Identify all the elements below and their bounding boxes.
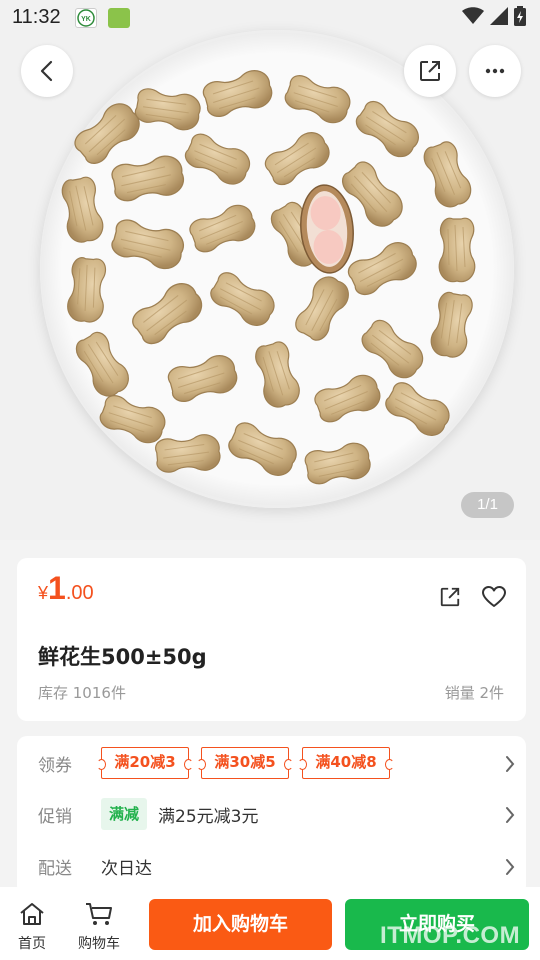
svg-text:YK: YK <box>81 16 91 23</box>
heart-icon <box>482 586 506 607</box>
chevron-left-icon <box>40 60 53 82</box>
gallery-page-indicator: 1/1 <box>461 492 514 518</box>
status-bar: 11:32 YK <box>0 0 540 36</box>
product-title: 鲜花生500±50g <box>38 645 207 669</box>
price-integer: 1 <box>48 570 66 606</box>
status-time: 11:32 <box>12 6 61 28</box>
battery-charging-icon <box>514 6 526 26</box>
share-product-button[interactable] <box>436 583 464 611</box>
peanuts-image <box>58 66 476 488</box>
price-currency: ¥ <box>38 583 49 603</box>
status-icons <box>462 6 526 26</box>
price-decimal: .00 <box>65 582 94 604</box>
share-icon <box>420 61 440 81</box>
cart-icon <box>86 903 112 925</box>
coupon-row[interactable]: 领券 满20减3 满30减5 满40减8 <box>17 740 526 786</box>
wifi-icon <box>462 7 484 24</box>
promo-card: 领券 满20减3 满30减5 满40减8 促销 满减 满25元减3元 配送 次日… <box>17 736 526 896</box>
yk-app-badge-icon: YK <box>75 8 97 28</box>
cart-tab-label: 购物车 <box>78 936 120 952</box>
stock-count: 库存 1016件 <box>38 684 126 702</box>
coupon-chip[interactable]: 满20减3 <box>97 747 193 779</box>
promotion-text: 满25元减3元 <box>158 807 259 827</box>
promotion-tag: 满减 <box>101 798 148 830</box>
add-to-cart-button[interactable]: 加入购物车 <box>149 899 332 950</box>
buy-now-button[interactable]: 立即购买 <box>345 899 529 950</box>
delivery-label: 配送 <box>38 859 72 879</box>
home-tab[interactable]: 首页 <box>2 901 62 953</box>
chevron-right-icon <box>506 807 515 823</box>
product-info-card: ¥1.00 鲜花生500±50g 库存 1016件 销量 2件 <box>17 558 526 721</box>
promotion-label: 促销 <box>38 807 72 827</box>
coupon-label: 领券 <box>38 756 72 776</box>
product-price: ¥1.00 <box>38 570 94 607</box>
coupon-chip[interactable]: 满30减5 <box>197 747 293 779</box>
home-icon <box>20 903 44 925</box>
share-button[interactable] <box>404 45 456 97</box>
back-button[interactable] <box>21 45 73 97</box>
chevron-right-icon <box>506 859 515 875</box>
product-image-gallery[interactable]: 11:32 YK 1/1 <box>0 0 540 540</box>
promotion-row[interactable]: 促销 满减 满25元减3元 <box>17 792 526 836</box>
more-button[interactable] <box>469 45 521 97</box>
delivery-text: 次日达 <box>101 859 152 879</box>
cart-tab[interactable]: 购物车 <box>69 901 129 953</box>
home-tab-label: 首页 <box>18 936 46 952</box>
share-icon <box>440 587 460 607</box>
green-app-badge-icon <box>108 8 130 28</box>
sales-count: 销量 2件 <box>444 684 504 702</box>
delivery-row[interactable]: 配送 次日达 <box>17 844 526 888</box>
signal-icon <box>490 7 508 25</box>
favorite-button[interactable] <box>480 583 508 611</box>
coupon-chip[interactable]: 满40减8 <box>298 747 394 779</box>
more-dots-icon <box>485 68 505 74</box>
chevron-right-icon <box>506 756 515 772</box>
bottom-action-bar: 首页 购物车 加入购物车 立即购买 <box>0 887 540 960</box>
